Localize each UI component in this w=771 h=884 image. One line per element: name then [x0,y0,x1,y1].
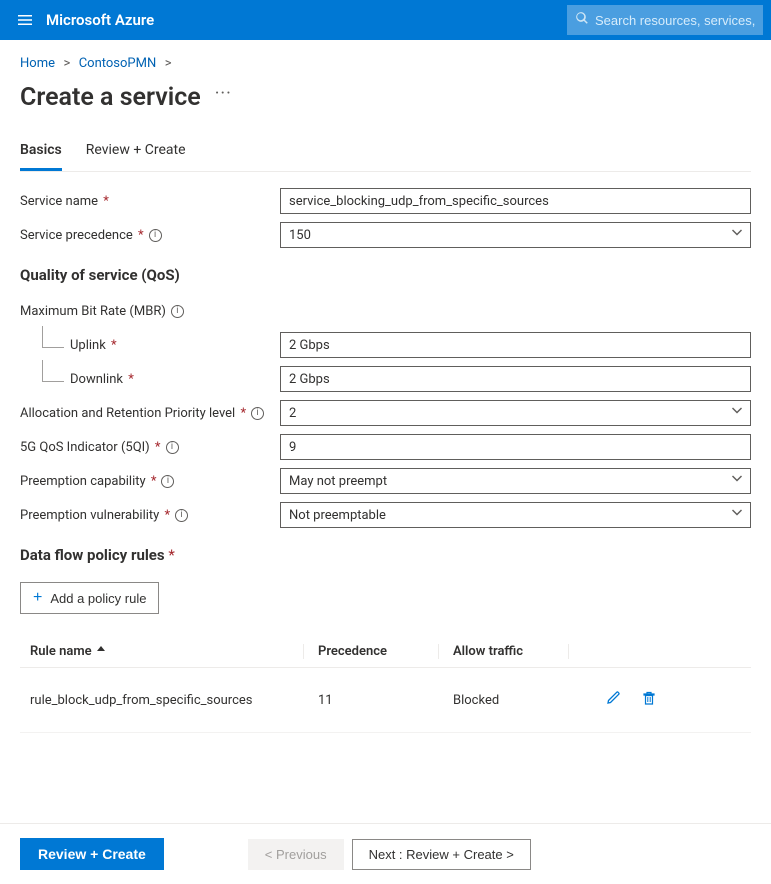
chevron-right-icon: > [60,56,73,71]
required-star: * [148,474,157,489]
rules-heading: Data flow policy rules * [20,546,751,564]
chevron-right-icon: > [161,56,171,71]
info-icon[interactable]: i [251,407,264,420]
rules-heading-text: Data flow policy rules [20,546,165,564]
label-service-name: Service name [20,194,98,209]
cell-allow-traffic: Blocked [453,693,499,708]
preempt-capability-select[interactable] [280,468,751,494]
tree-branch-icon [42,326,64,348]
plus-icon: + [33,589,42,607]
downlink-input[interactable] [280,366,751,392]
col-allow-traffic[interactable]: Allow traffic [453,644,523,659]
form-basics: Service name * Service precedence * i Qu… [20,172,751,733]
review-create-button[interactable]: Review + Create [20,838,164,870]
qos-heading: Quality of service (QoS) [20,266,751,284]
cell-precedence: 11 [318,693,333,708]
tree-branch-icon [42,360,64,382]
info-icon[interactable]: i [166,441,179,454]
tab-basics[interactable]: Basics [20,136,62,171]
top-bar: Microsoft Azure [0,0,771,40]
next-button[interactable]: Next : Review + Create > [352,839,531,870]
uplink-input[interactable] [280,332,751,358]
label-arp: Allocation and Retention Priority level [20,406,235,421]
label-5qi: 5G QoS Indicator (5QI) [20,440,150,455]
service-name-input[interactable] [280,188,751,214]
required-star: * [135,228,144,243]
label-preempt-vulnerability: Preemption vulnerability [20,508,159,523]
required-star: * [165,546,175,564]
service-precedence-select[interactable] [280,222,751,248]
edit-icon[interactable] [605,690,621,710]
required-star: * [161,508,170,523]
info-icon[interactable]: i [149,229,162,242]
required-star: * [237,406,246,421]
add-rule-label: Add a policy rule [50,591,146,606]
breadcrumb-parent[interactable]: ContosoPMN [79,56,157,71]
preempt-vulnerability-select[interactable] [280,502,751,528]
add-policy-rule-button[interactable]: + Add a policy rule [20,582,159,614]
required-star: * [152,440,161,455]
table-header: Rule name Precedence Allow traffic [20,636,751,668]
label-preempt-capability: Preemption capability [20,474,146,489]
info-icon[interactable]: i [175,509,188,522]
sort-ascending-icon[interactable] [96,644,106,659]
label-service-precedence: Service precedence [20,228,133,243]
table-row: rule_block_udp_from_specific_sources 11 … [20,668,751,733]
previous-button: < Previous [248,839,344,870]
required-star: * [125,372,134,387]
rules-table: Rule name Precedence Allow traffic rule_… [20,636,751,733]
info-icon[interactable]: i [171,305,184,318]
fiveqi-input[interactable] [280,434,751,460]
page-title: Create a service ··· [20,83,751,112]
cell-rule-name: rule_block_udp_from_specific_sources [30,693,253,708]
tabs: Basics Review + Create [20,136,751,172]
global-search[interactable] [567,5,763,35]
search-input[interactable] [595,13,755,28]
tab-review-create[interactable]: Review + Create [86,136,186,171]
required-star: * [108,338,117,353]
page-title-text: Create a service [20,83,201,112]
info-icon[interactable]: i [161,475,174,488]
brand-label: Microsoft Azure [46,11,154,29]
delete-icon[interactable] [641,690,657,710]
label-mbr: Maximum Bit Rate (MBR) [20,304,166,319]
required-star: * [100,194,109,209]
arp-select[interactable] [280,400,751,426]
col-precedence[interactable]: Precedence [318,644,387,659]
col-rule-name[interactable]: Rule name [30,644,92,659]
breadcrumb: Home > ContosoPMN > [20,50,751,79]
search-icon [575,11,595,29]
label-uplink: Uplink [70,338,106,353]
breadcrumb-home[interactable]: Home [20,56,55,71]
label-downlink: Downlink [70,372,123,387]
more-actions-icon[interactable]: ··· [215,83,232,104]
menu-icon[interactable] [8,0,42,40]
